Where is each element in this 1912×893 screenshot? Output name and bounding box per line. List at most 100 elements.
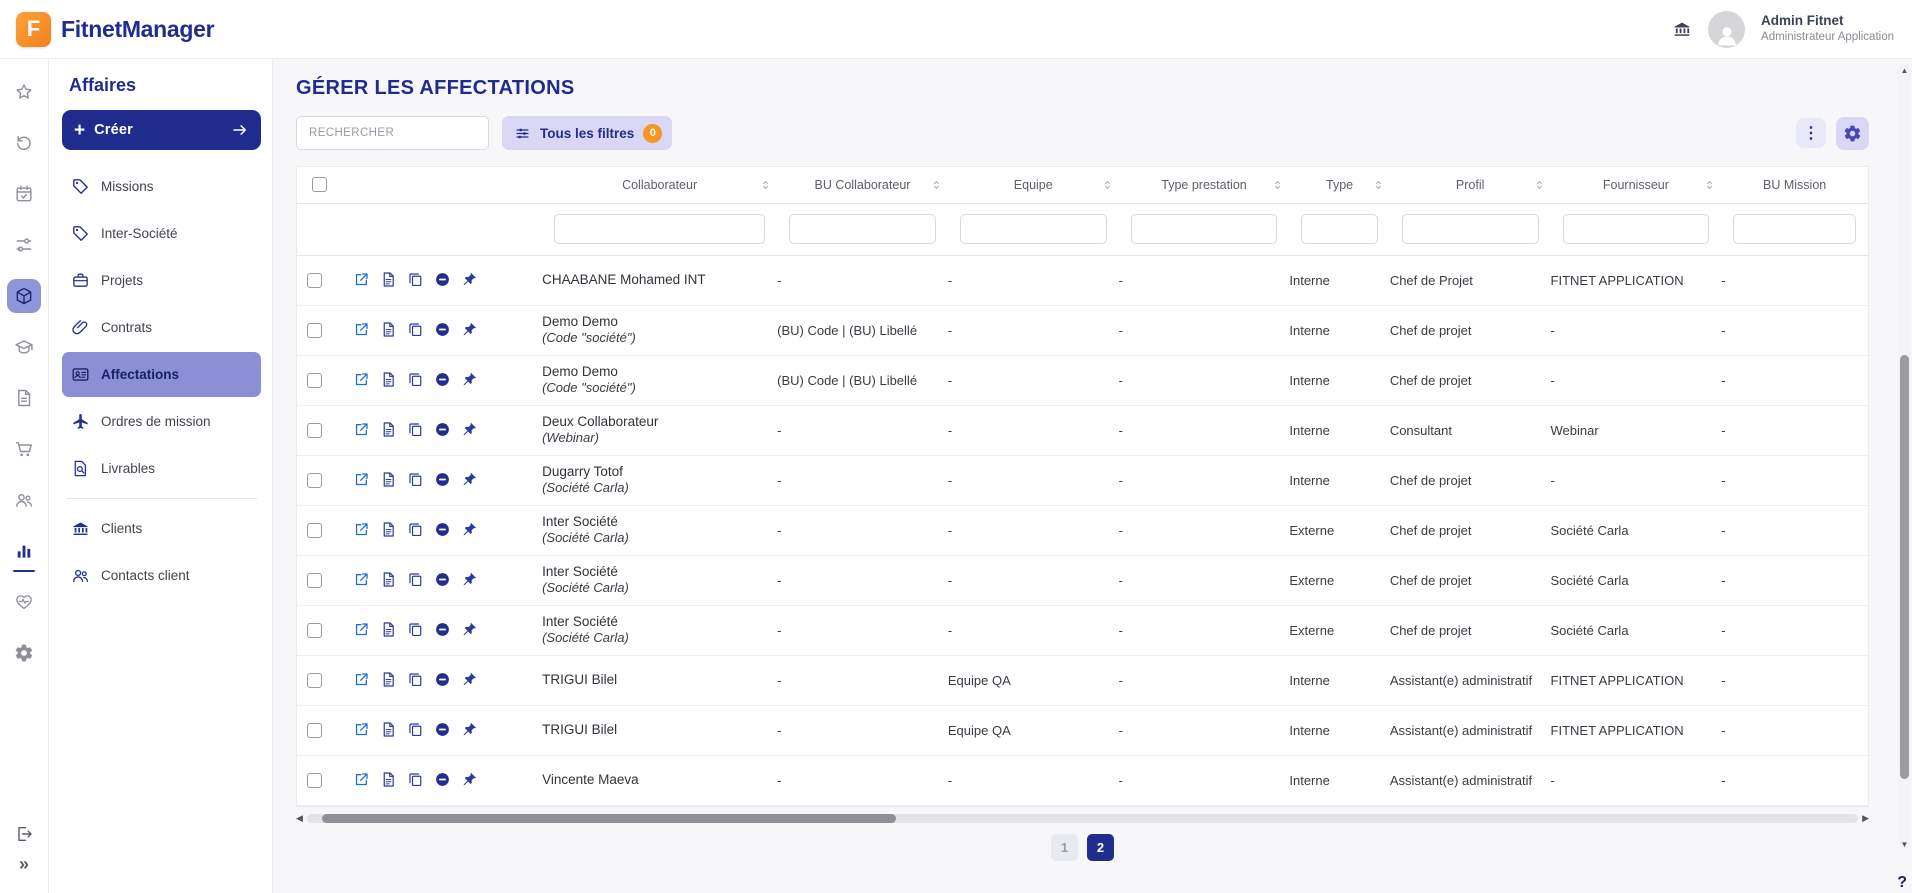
sort-icon[interactable] bbox=[759, 178, 772, 191]
pdf-icon[interactable] bbox=[380, 469, 407, 489]
row-checkbox[interactable] bbox=[306, 523, 322, 539]
pdf-icon[interactable] bbox=[380, 769, 407, 789]
organization-icon[interactable] bbox=[1672, 19, 1692, 39]
row-checkbox[interactable] bbox=[306, 323, 322, 339]
deactivate-icon[interactable] bbox=[434, 469, 461, 489]
pin-icon[interactable] bbox=[461, 469, 488, 489]
open-icon[interactable] bbox=[353, 519, 380, 539]
pin-icon[interactable] bbox=[461, 269, 488, 289]
filter-collaborateur-input[interactable] bbox=[554, 214, 766, 244]
sidebar-item-clients[interactable]: Clients bbox=[62, 506, 261, 551]
select-all-checkbox[interactable] bbox=[311, 177, 327, 193]
pin-icon[interactable] bbox=[461, 369, 488, 389]
open-icon[interactable] bbox=[353, 369, 380, 389]
duplicate-icon[interactable] bbox=[407, 319, 434, 339]
filter-bu-mission-input[interactable] bbox=[1733, 214, 1856, 244]
row-checkbox[interactable] bbox=[306, 723, 322, 739]
sort-icon[interactable] bbox=[1101, 178, 1114, 191]
help-button[interactable]: ? bbox=[1897, 874, 1907, 892]
sidebar-item-ordres-de-mission[interactable]: Ordres de mission bbox=[62, 399, 261, 444]
favorites-star-icon[interactable] bbox=[7, 75, 41, 109]
open-icon[interactable] bbox=[353, 719, 380, 739]
duplicate-icon[interactable] bbox=[407, 569, 434, 589]
sidebar-item-contacts-client[interactable]: Contacts client bbox=[62, 553, 261, 598]
deactivate-icon[interactable] bbox=[434, 419, 461, 439]
pin-icon[interactable] bbox=[461, 519, 488, 539]
scroll-left-arrow[interactable]: ◀ bbox=[296, 813, 303, 823]
sidebar-item-inter-societe[interactable]: Inter-Société bbox=[62, 211, 261, 256]
filter-bu-collaborateur-input[interactable] bbox=[789, 214, 936, 244]
row-checkbox[interactable] bbox=[306, 623, 322, 639]
open-icon[interactable] bbox=[353, 769, 380, 789]
duplicate-icon[interactable] bbox=[407, 619, 434, 639]
duplicate-icon[interactable] bbox=[407, 269, 434, 289]
tune-sliders-icon[interactable] bbox=[7, 228, 41, 262]
pin-icon[interactable] bbox=[461, 619, 488, 639]
pin-icon[interactable] bbox=[461, 419, 488, 439]
deactivate-icon[interactable] bbox=[434, 769, 461, 789]
open-icon[interactable] bbox=[353, 469, 380, 489]
avatar[interactable] bbox=[1708, 10, 1746, 48]
scroll-right-arrow[interactable]: ▶ bbox=[1862, 813, 1869, 823]
pdf-icon[interactable] bbox=[380, 619, 407, 639]
duplicate-icon[interactable] bbox=[407, 519, 434, 539]
sort-icon[interactable] bbox=[1372, 178, 1385, 191]
pdf-icon[interactable] bbox=[380, 719, 407, 739]
duplicate-icon[interactable] bbox=[407, 469, 434, 489]
filter-equipe-input[interactable] bbox=[959, 214, 1107, 244]
search-input[interactable] bbox=[296, 116, 489, 150]
row-checkbox[interactable] bbox=[306, 373, 322, 389]
planning-calendar-icon[interactable] bbox=[7, 177, 41, 211]
sort-icon[interactable] bbox=[1703, 178, 1716, 191]
deactivate-icon[interactable] bbox=[434, 369, 461, 389]
all-filters-button[interactable]: Tous les filtres 0 bbox=[502, 116, 673, 150]
sort-icon[interactable] bbox=[1533, 178, 1546, 191]
people-icon[interactable] bbox=[7, 483, 41, 517]
vertical-scrollbar[interactable]: ▲ ▼ bbox=[1898, 64, 1911, 850]
open-icon[interactable] bbox=[353, 669, 380, 689]
vertical-scroll-thumb[interactable] bbox=[1900, 354, 1909, 780]
filter-fournisseur-input[interactable] bbox=[1562, 214, 1710, 244]
deactivate-icon[interactable] bbox=[434, 719, 461, 739]
duplicate-icon[interactable] bbox=[407, 369, 434, 389]
open-icon[interactable] bbox=[353, 269, 380, 289]
sidebar-item-projets[interactable]: Projets bbox=[62, 258, 261, 303]
expand-chevrons-icon[interactable]: » bbox=[7, 849, 41, 879]
pin-icon[interactable] bbox=[461, 669, 488, 689]
open-icon[interactable] bbox=[353, 619, 380, 639]
sort-icon[interactable] bbox=[930, 178, 943, 191]
pin-icon[interactable] bbox=[461, 719, 488, 739]
deactivate-icon[interactable] bbox=[434, 669, 461, 689]
create-button[interactable]: + Créer bbox=[62, 110, 261, 150]
formation-cap-icon[interactable] bbox=[7, 330, 41, 364]
table-settings-button[interactable] bbox=[1836, 116, 1869, 150]
user-menu[interactable]: Admin Fitnet Administrateur Application bbox=[1761, 13, 1894, 44]
pdf-icon[interactable] bbox=[380, 519, 407, 539]
duplicate-icon[interactable] bbox=[407, 669, 434, 689]
deactivate-icon[interactable] bbox=[434, 319, 461, 339]
sidebar-item-affectations[interactable]: Affectations bbox=[62, 352, 261, 397]
pin-icon[interactable] bbox=[461, 319, 488, 339]
open-icon[interactable] bbox=[353, 569, 380, 589]
row-checkbox[interactable] bbox=[306, 673, 322, 689]
scroll-down-arrow[interactable]: ▼ bbox=[1898, 838, 1911, 850]
deactivate-icon[interactable] bbox=[434, 569, 461, 589]
settings-gear-icon[interactable] bbox=[7, 636, 41, 670]
pin-icon[interactable] bbox=[461, 569, 488, 589]
sort-icon[interactable] bbox=[1271, 178, 1284, 191]
row-checkbox[interactable] bbox=[306, 423, 322, 439]
deactivate-icon[interactable] bbox=[434, 269, 461, 289]
filter-type-input[interactable] bbox=[1301, 214, 1378, 244]
open-icon[interactable] bbox=[353, 419, 380, 439]
sidebar-item-missions[interactable]: Missions bbox=[62, 164, 261, 209]
duplicate-icon[interactable] bbox=[407, 769, 434, 789]
row-checkbox[interactable] bbox=[306, 573, 322, 589]
row-checkbox[interactable] bbox=[306, 773, 322, 789]
duplicate-icon[interactable] bbox=[407, 719, 434, 739]
pdf-icon[interactable] bbox=[380, 319, 407, 339]
pdf-icon[interactable] bbox=[380, 669, 407, 689]
open-icon[interactable] bbox=[353, 319, 380, 339]
pdf-icon[interactable] bbox=[380, 419, 407, 439]
filter-profil-input[interactable] bbox=[1401, 214, 1539, 244]
pdf-icon[interactable] bbox=[380, 269, 407, 289]
